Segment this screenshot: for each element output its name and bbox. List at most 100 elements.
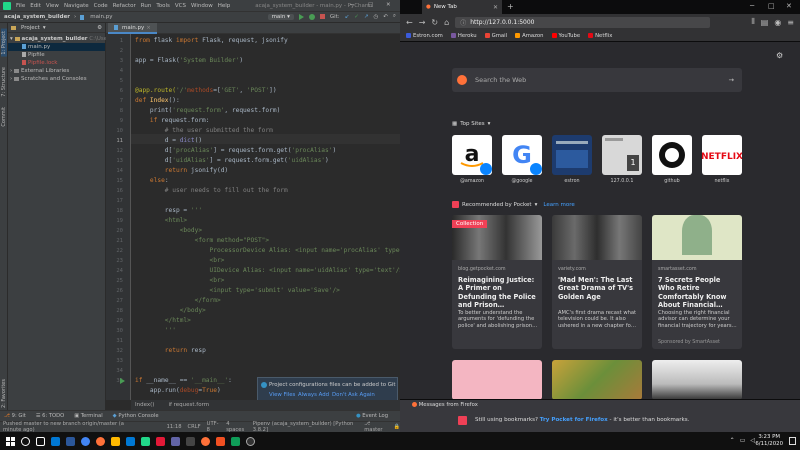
line-separator[interactable]: CRLF: [188, 424, 201, 430]
structure-toolwindow-tab[interactable]: 7: Structure: [1, 67, 7, 97]
pocket-card-image[interactable]: [552, 360, 642, 400]
tree-item-main-py[interactable]: main.py: [8, 43, 105, 51]
library-icon[interactable]: ⫴: [751, 17, 754, 27]
bookmark-youtube[interactable]: YouTube: [551, 32, 580, 39]
menu-refactor[interactable]: Refactor: [113, 3, 136, 9]
office-icon[interactable]: [216, 436, 225, 446]
app-icon[interactable]: [231, 436, 240, 446]
tab-close-icon[interactable]: ×: [146, 25, 151, 31]
minimize-icon[interactable]: ─: [350, 2, 353, 8]
web-search-box[interactable]: Search the Web →: [452, 68, 742, 92]
file-explorer-icon[interactable]: [111, 436, 120, 446]
editor-tab-main-py[interactable]: main.py ×: [108, 23, 157, 34]
menu-navigate[interactable]: Navigate: [64, 3, 89, 9]
minimize-icon[interactable]: ─: [750, 2, 754, 10]
menu-hamburger-icon[interactable]: ≡: [787, 18, 794, 27]
todo-toolwindow-button[interactable]: ☰ 6: TODO: [36, 413, 64, 419]
bookmark-amazon[interactable]: Amazon: [515, 32, 544, 39]
home-icon[interactable]: ⌂: [444, 18, 449, 27]
menu-file[interactable]: File: [16, 3, 25, 9]
top-site-github[interactable]: [652, 135, 692, 175]
tree-item-root[interactable]: ▾ acaja_system_builder C:\Users\gust: [8, 35, 126, 43]
menu-help[interactable]: Help: [218, 3, 231, 9]
dont-ask-again-link[interactable]: Don't Ask Again: [332, 392, 375, 398]
menu-vcs[interactable]: VCS: [175, 3, 186, 9]
menu-edit[interactable]: Edit: [30, 3, 41, 9]
breadcrumb-function[interactable]: Index(): [135, 402, 154, 408]
debug-icon[interactable]: [308, 13, 315, 20]
pocket-card[interactable]: Collection blog.getpocket.com Reimaginin…: [452, 215, 542, 349]
back-icon[interactable]: ←: [406, 18, 413, 27]
menu-code[interactable]: Code: [94, 3, 108, 9]
firefox-taskbar-icon[interactable]: [96, 436, 105, 446]
history-icon[interactable]: ◷: [373, 14, 378, 20]
tray-chevron-icon[interactable]: ⌃: [730, 437, 735, 444]
top-site-netflix[interactable]: NETFLIX: [702, 135, 742, 175]
chevron-down-icon[interactable]: ▾: [43, 25, 46, 31]
windows-start-icon[interactable]: [6, 436, 15, 446]
account-icon[interactable]: ◉: [774, 18, 781, 27]
favorites-toolwindow-tab[interactable]: 2: Favorites: [1, 379, 7, 408]
git-commit-icon[interactable]: ✓: [354, 14, 359, 20]
reader-icon[interactable]: ▤: [761, 18, 769, 27]
menu-view[interactable]: View: [46, 3, 59, 9]
project-panel-title[interactable]: Project: [21, 25, 40, 31]
commit-toolwindow-tab[interactable]: Commit: [1, 107, 7, 127]
settings-gear-icon[interactable]: ⚙: [97, 25, 102, 31]
nav-project[interactable]: acaja_system_builder: [4, 14, 70, 20]
run-config-select[interactable]: main ▾: [267, 13, 294, 20]
app-icon[interactable]: [156, 436, 165, 446]
outlook-icon[interactable]: [51, 436, 60, 446]
maximize-icon[interactable]: □: [368, 2, 373, 8]
git-update-icon[interactable]: ↙: [345, 14, 350, 20]
tree-item-pipfile[interactable]: Pipfile: [8, 51, 105, 59]
pycharm-taskbar-icon[interactable]: [141, 436, 150, 446]
terminal-icon[interactable]: [186, 436, 195, 446]
event-log-button[interactable]: ● Event Log: [356, 413, 388, 419]
top-site-localhost[interactable]: 1: [602, 135, 642, 175]
terminal-toolwindow-button[interactable]: ▣ Terminal: [74, 413, 102, 419]
obs-icon[interactable]: [246, 436, 255, 446]
tree-item-scratches[interactable]: › Scratches and Consoles: [8, 75, 105, 83]
top-sites-header[interactable]: ▦ Top Sites ▾: [452, 121, 490, 127]
forward-icon[interactable]: →: [419, 18, 426, 27]
search-arrow-icon[interactable]: →: [729, 76, 734, 84]
taskbar-clock[interactable]: 3:23 PM 6/11/2020: [755, 434, 783, 448]
run-icon[interactable]: [298, 13, 304, 20]
tree-item-external-libraries[interactable]: › External Libraries: [8, 67, 105, 75]
firefox-taskbar-icon[interactable]: [201, 436, 210, 446]
cursor-position[interactable]: 11:18: [167, 424, 182, 430]
new-tab-plus-icon[interactable]: +: [507, 0, 514, 14]
project-toolwindow-tab[interactable]: 1: Project: [1, 29, 7, 57]
git-toolwindow-button[interactable]: ⎇ 9: Git: [4, 413, 26, 419]
tab-close-icon[interactable]: ✕: [493, 4, 498, 11]
stop-icon[interactable]: [319, 14, 325, 19]
reload-icon[interactable]: ↻: [431, 18, 438, 27]
chrome-icon[interactable]: [81, 436, 90, 446]
teams-icon[interactable]: [171, 436, 180, 446]
pocket-card[interactable]: smartasset.com 7 Secrets People Who Reti…: [652, 215, 742, 349]
search-icon[interactable]: [21, 436, 30, 446]
volume-icon[interactable]: ◁: [750, 437, 755, 444]
top-site-amazon[interactable]: a: [452, 135, 492, 175]
mail-icon[interactable]: [126, 436, 135, 446]
breadcrumb-if[interactable]: if request.form: [168, 402, 209, 408]
nav-file[interactable]: main.py: [90, 14, 112, 20]
learn-more-link[interactable]: Learn more: [543, 202, 574, 208]
rollback-icon[interactable]: ↶: [383, 14, 388, 20]
chevron-down-icon[interactable]: ▾: [535, 202, 538, 208]
pocket-card-image[interactable]: [452, 360, 542, 400]
page-info-icon[interactable]: ⓘ: [460, 18, 466, 27]
bookmark-heroku[interactable]: Heroku: [450, 32, 477, 39]
task-view-icon[interactable]: [36, 436, 45, 446]
network-icon[interactable]: ▭: [740, 437, 746, 444]
pocket-card[interactable]: variety.com 'Mad Men': The Last Great Dr…: [552, 215, 642, 349]
close-icon[interactable]: ✕: [786, 2, 792, 10]
close-icon[interactable]: ✕: [386, 2, 391, 8]
menu-run[interactable]: Run: [141, 3, 152, 9]
maximize-icon[interactable]: □: [768, 2, 775, 10]
menu-tools[interactable]: Tools: [156, 3, 170, 9]
pocket-card-image[interactable]: [652, 360, 742, 400]
bookmark-netflix[interactable]: Netflix: [588, 32, 612, 39]
word-icon[interactable]: [66, 436, 75, 446]
